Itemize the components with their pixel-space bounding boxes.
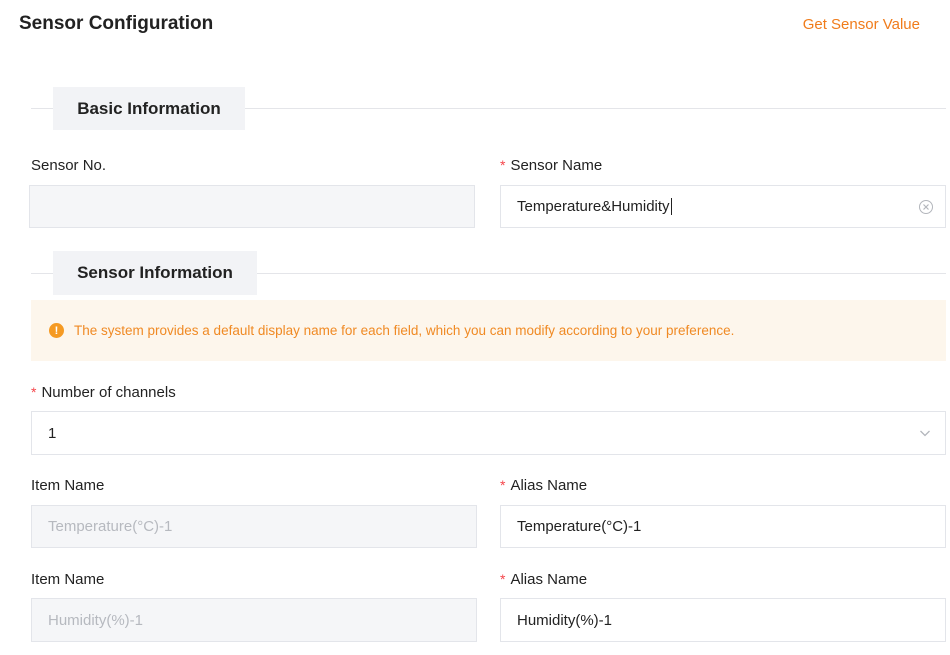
alias-name-label: * Alias Name	[500, 477, 587, 494]
sensor-info-section-tab: Sensor Information	[53, 251, 257, 295]
channels-select[interactable]: 1	[31, 411, 946, 455]
sensor-name-input[interactable]: Temperature&Humidity	[500, 185, 946, 228]
item-name-input: Humidity(%)-1	[31, 598, 477, 642]
required-asterisk: *	[500, 571, 506, 587]
sensor-no-label: Sensor No.	[31, 157, 107, 174]
sensor-name-label-text: Sensor Name	[510, 157, 603, 174]
alias-name-label-text: Alias Name	[510, 571, 588, 588]
chevron-down-icon	[920, 430, 930, 437]
alias-name-label-text: Alias Name	[510, 477, 588, 494]
text-cursor	[670, 198, 672, 215]
alias-name-input[interactable]: Humidity(%)-1	[500, 598, 946, 642]
item-name-label: Item Name	[31, 477, 105, 494]
warning-circle-icon: !	[49, 323, 64, 338]
item-name-label: Item Name	[31, 571, 105, 588]
sensor-info-section-title: Sensor Information	[77, 263, 233, 282]
basic-info-section-title: Basic Information	[77, 98, 221, 118]
required-asterisk: *	[500, 157, 506, 173]
info-notice: ! The system provides a default display …	[31, 300, 946, 361]
sensor-name-label: * Sensor Name	[500, 157, 602, 174]
sensor-no-input[interactable]	[29, 185, 475, 228]
channels-value: 1	[48, 424, 57, 442]
alias-name-value: Temperature(°C)-1	[517, 518, 642, 535]
basic-info-section-tab: Basic Information	[53, 87, 245, 130]
page-title: Sensor Configuration	[19, 13, 214, 34]
get-sensor-value-link[interactable]: Get Sensor Value	[803, 16, 920, 33]
item-name-value: Humidity(%)-1	[48, 611, 144, 629]
required-asterisk: *	[31, 384, 37, 400]
notice-text: The system provides a default display na…	[74, 323, 735, 338]
channels-label-text: Number of channels	[41, 384, 176, 401]
required-asterisk: *	[500, 477, 506, 493]
item-name-input: Temperature(°C)-1	[31, 505, 477, 548]
channels-label: * Number of channels	[31, 384, 176, 401]
sensor-name-value: Temperature&Humidity	[517, 198, 670, 215]
clear-icon[interactable]	[919, 199, 933, 214]
alias-name-input[interactable]: Temperature(°C)-1	[500, 505, 946, 548]
item-name-value: Temperature(°C)-1	[48, 518, 173, 535]
alias-name-value: Humidity(%)-1	[517, 611, 613, 629]
alias-name-label: * Alias Name	[500, 571, 587, 588]
